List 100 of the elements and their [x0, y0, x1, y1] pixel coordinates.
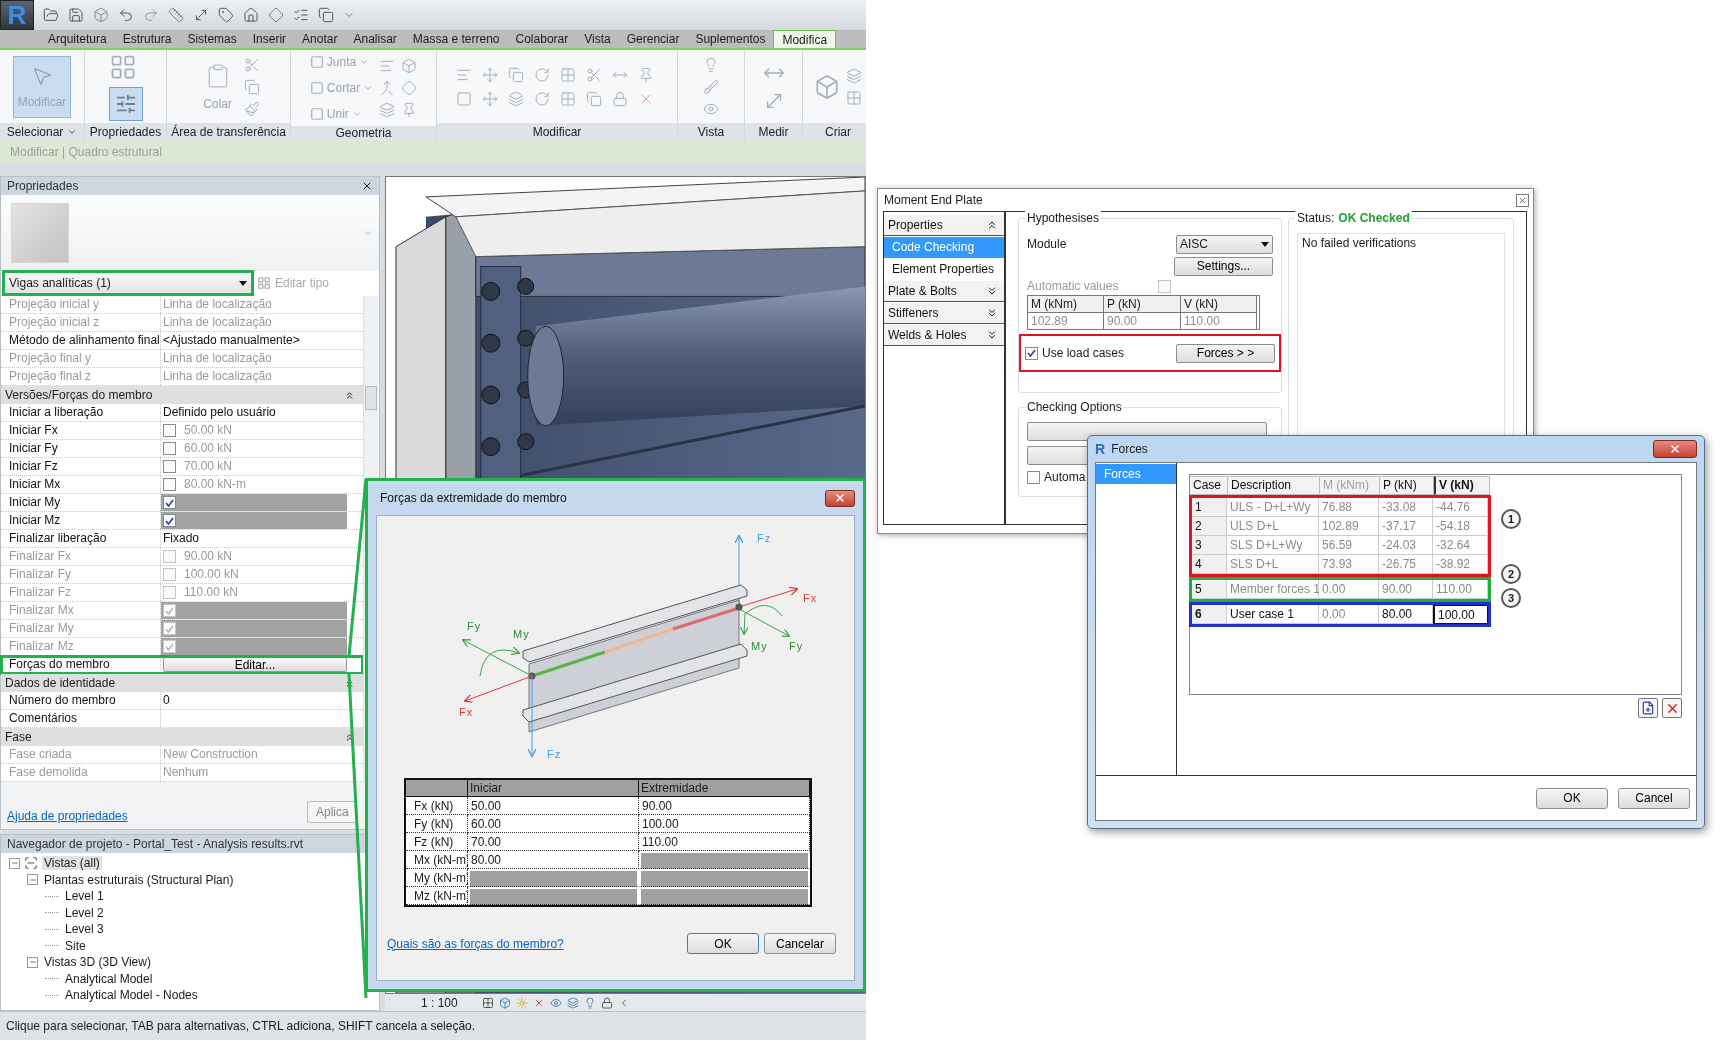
- property-value: <Ajustado manualmente>: [163, 332, 300, 349]
- dialog-title: Forces: [1111, 442, 1148, 456]
- app-logo: R: [1095, 441, 1106, 457]
- group-title: Fase: [5, 730, 32, 744]
- property-label: Iniciar a liberação: [1, 404, 161, 421]
- status-label: Status:: [1297, 211, 1335, 225]
- table-cell: Fy (kN): [406, 815, 468, 833]
- property-value: Definido pelo usuário: [163, 404, 276, 421]
- table-cell: -38.92: [1433, 555, 1488, 574]
- table-cell: 110.00: [1433, 580, 1488, 599]
- table-cell: 90.00: [1104, 313, 1181, 329]
- panel-title: Área de transferência: [171, 124, 286, 139]
- panel-title: Modificar: [532, 124, 582, 139]
- property-label: Número do membro: [1, 692, 161, 709]
- table-cell: 100.00: [1433, 605, 1488, 624]
- table-cell: Fz (kN): [406, 833, 468, 851]
- panel-title: Propriedades: [89, 124, 162, 139]
- group-title: Hypothesises: [1025, 211, 1102, 225]
- group-title: Checking Options: [1025, 400, 1124, 414]
- force-label: My: [513, 628, 530, 640]
- table-header: M (kNm): [1028, 296, 1104, 313]
- force-label: Fz: [547, 748, 562, 760]
- window-title: Moment End Plate: [884, 193, 983, 207]
- property-label: Forças do membro: [1, 656, 161, 673]
- property-label: Método de alinhamento final: [1, 332, 161, 349]
- table-cell: -26.75: [1379, 555, 1433, 574]
- panel-title: Navegador de projeto - Portal_Test - Analysis results.rvt: [7, 837, 304, 851]
- force-label: Fx: [459, 706, 474, 718]
- table-header: Iniciar: [468, 780, 639, 797]
- force-label: Fy: [467, 620, 482, 632]
- force-label: Fy: [789, 640, 804, 652]
- panel-title: Vista: [697, 124, 725, 139]
- property-label: Iniciar Fz: [1, 458, 161, 475]
- property-label: Iniciar Fx: [1, 422, 161, 439]
- property-label: Fase demolida: [1, 764, 161, 781]
- view-scale: 1 : 100: [421, 995, 458, 1010]
- callout-number: 1: [1501, 509, 1521, 529]
- property-value: 90.00 kN: [184, 548, 233, 565]
- property-value: 60.00 kN: [184, 440, 233, 457]
- property-value: 50.00 kN: [184, 422, 233, 439]
- property-label: Comentários: [1, 710, 161, 727]
- table-cell: ULS D+L: [1227, 517, 1319, 536]
- table-header: P (kN): [1104, 296, 1181, 313]
- panel-title: Criar: [825, 124, 851, 139]
- group-title: Dados de identidade: [5, 676, 116, 690]
- property-label: Finalizar Fy: [1, 566, 161, 583]
- panel-title: Geometria: [335, 126, 392, 140]
- table-header: Extremidade: [639, 780, 810, 797]
- table-cell: -37.17: [1379, 517, 1433, 536]
- table-cell: -33.08: [1379, 498, 1433, 517]
- table-header: V (kN): [1181, 296, 1257, 313]
- property-label: Fase criada: [1, 746, 161, 763]
- property-value: Nenhum: [163, 764, 209, 781]
- property-label: Finalizar liberação: [1, 530, 161, 547]
- force-label: My: [751, 640, 768, 652]
- property-value: Fixado: [163, 530, 200, 547]
- table-cell: 76.88: [1319, 498, 1379, 517]
- table-cell: -32.64: [1433, 536, 1488, 555]
- list-message: No failed verifications: [1302, 236, 1417, 250]
- table-cell: 73.93: [1319, 555, 1379, 574]
- table-cell: 110.00: [1181, 313, 1257, 329]
- property-value: 100.00 kN: [184, 566, 239, 583]
- property-value: New Construction: [163, 746, 258, 763]
- callout-number: 2: [1501, 564, 1521, 584]
- context-label: Modificar | Quadro estrutural: [10, 145, 162, 159]
- property-label: Projeção inicial y: [1, 296, 161, 313]
- table-cell: 0.00: [1319, 580, 1379, 599]
- table-cell: -54.18: [1433, 517, 1488, 536]
- property-label: Finalizar Fz: [1, 584, 161, 601]
- table-cell: 90.00: [1379, 580, 1433, 599]
- property-label: Iniciar Mx: [1, 476, 161, 493]
- property-value: 80.00 kN-m: [184, 476, 247, 493]
- force-label: Fx: [803, 592, 818, 604]
- status-text: Clique para selecionar, TAB para alternativas, CTRL adiciona, SHIFT cancela a seleção.: [6, 1019, 476, 1033]
- panel-title: Selecionar: [6, 124, 64, 139]
- table-cell: 0.00: [1319, 605, 1379, 624]
- table-cell: 80.00: [1379, 605, 1433, 624]
- property-label: Projeção final y: [1, 350, 161, 367]
- table-cell: -44.76: [1433, 498, 1488, 517]
- table-cell: -24.03: [1379, 536, 1433, 555]
- callout-number: 3: [1501, 588, 1521, 608]
- group-title: Versões/Forças do membro: [5, 388, 153, 402]
- property-value: 70.00 kN: [184, 458, 233, 475]
- panel-title: Medir: [758, 124, 789, 139]
- table-cell: 102.89: [1028, 313, 1104, 329]
- property-value: Linha de localização: [163, 368, 272, 385]
- property-label: Projeção inicial z: [1, 314, 161, 331]
- force-label: Fz: [757, 532, 772, 544]
- table-cell: User case 1: [1227, 605, 1319, 624]
- table-cell: 56.59: [1319, 536, 1379, 555]
- property-value: Linha de localização: [163, 350, 272, 367]
- property-value: 110.00 kN: [184, 584, 238, 601]
- table-cell: 102.89: [1319, 517, 1379, 536]
- panel-title: Propriedades: [7, 179, 79, 193]
- property-value: 0: [163, 692, 170, 709]
- field-label: Module: [1027, 237, 1067, 251]
- table-cell: SLS D+L: [1227, 555, 1319, 574]
- property-value: Linha de localização: [163, 314, 272, 331]
- property-label: Iniciar Fy: [1, 440, 161, 457]
- field-label: Automatic values: [1027, 279, 1119, 293]
